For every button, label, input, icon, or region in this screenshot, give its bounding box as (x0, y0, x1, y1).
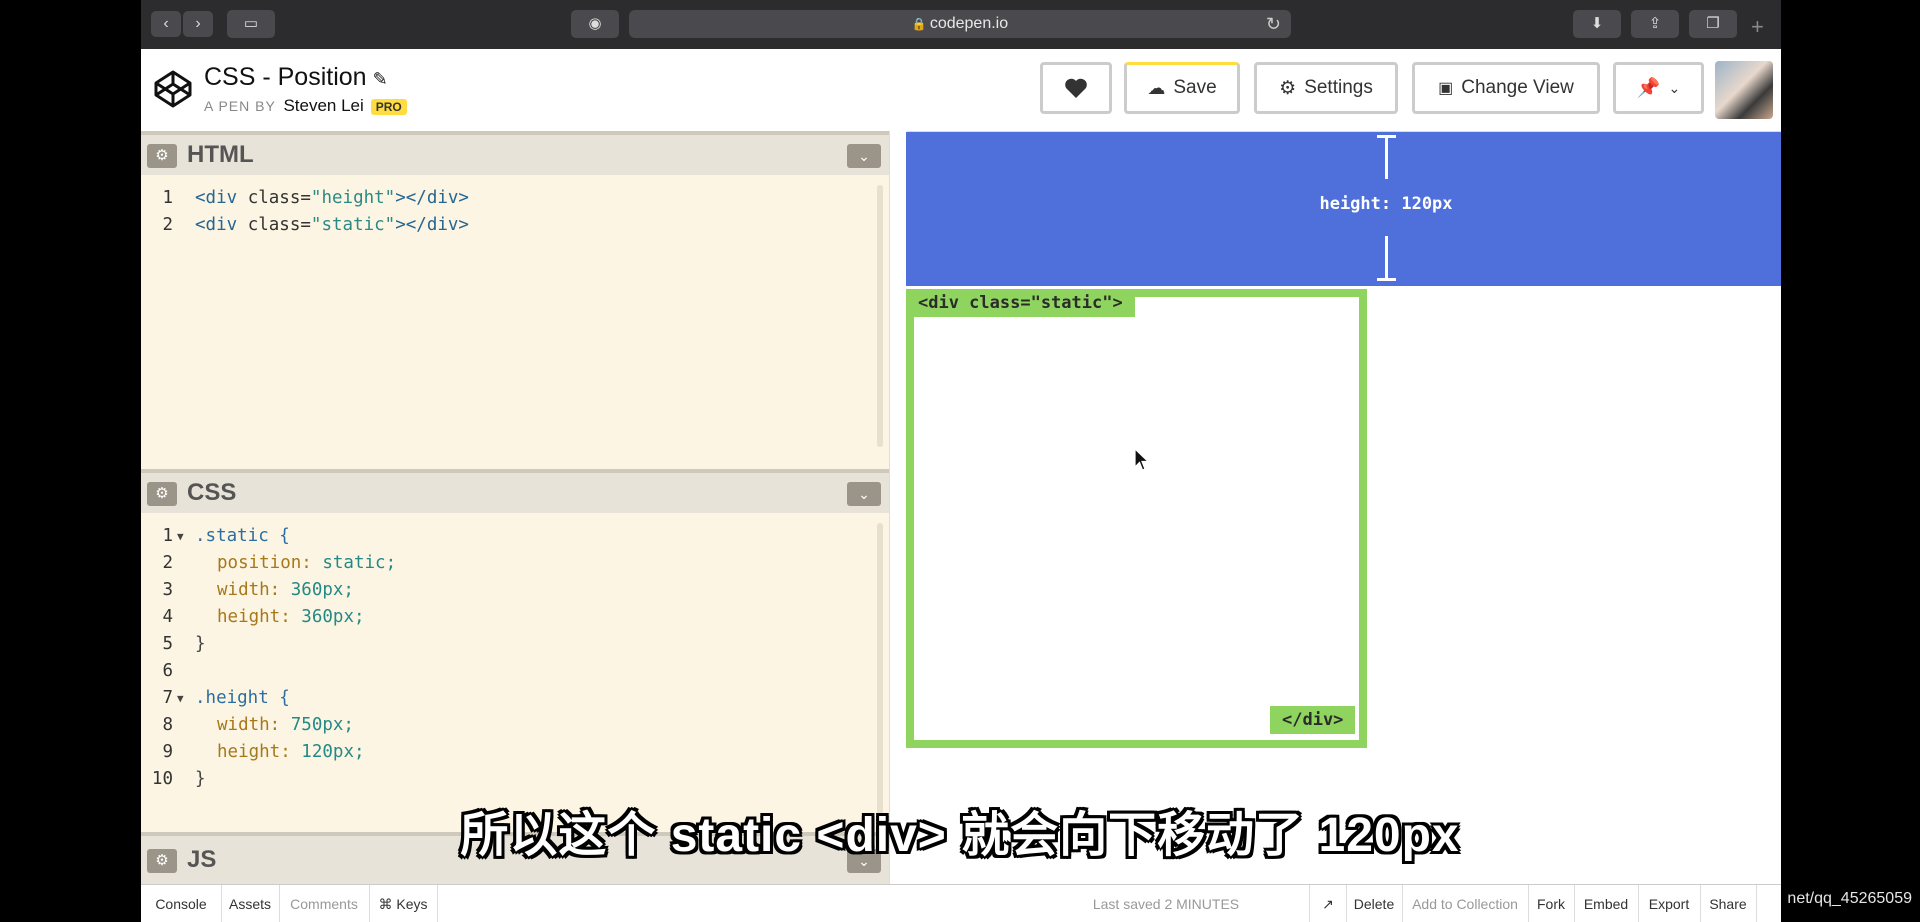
save-label: Save (1173, 77, 1217, 98)
code-line: 3 width: 360px; (162, 580, 354, 600)
like-button[interactable] (1040, 62, 1112, 114)
watermark: net/qq_45265059 (1787, 890, 1912, 907)
change-view-button[interactable]: ▣ Change View (1412, 62, 1600, 114)
author-link[interactable]: Steven Lei (283, 96, 363, 115)
add-to-collection-button[interactable]: Add to Collection (1402, 885, 1529, 922)
share-button[interactable]: Share (1700, 885, 1757, 922)
sidebar-icon[interactable]: ▭ (227, 10, 275, 38)
css-settings-gear-icon[interactable]: ⚙ (147, 482, 177, 506)
pencil-icon[interactable]: ✎ (373, 69, 388, 89)
pin-button[interactable]: 📌 ⌄ (1613, 62, 1704, 114)
dimension-arrow-bottom (1385, 236, 1388, 280)
code-line: 2 position: static; (162, 553, 397, 573)
preview-pane: height: 120px <div class="static"> </div… (906, 132, 1781, 884)
code-line: 5} (162, 634, 206, 654)
new-tab-icon[interactable]: + (1751, 14, 1764, 40)
dimension-arrow-bottom-cap (1377, 278, 1396, 281)
dimension-arrow-top (1385, 135, 1388, 179)
fork-button[interactable]: Fork (1528, 885, 1575, 922)
video-subtitle: 所以这个 static <div> 就会向下移动了 120px (460, 809, 1460, 862)
html-scrollbar[interactable] (877, 185, 883, 447)
save-button[interactable]: ☁ Save (1124, 62, 1240, 114)
css-code-editor[interactable]: 1 ▼ .static { 2 position: static; 3 width: 360… (141, 523, 881, 793)
code-line: 1 <div class="height"></div> (162, 188, 469, 208)
css-scrollbar[interactable] (877, 523, 883, 835)
browser-toolbar: ‹ › ▭ ◉ 🔒 codepen.io ↻ ⬇ ⇪ ❐ + (141, 0, 1781, 49)
code-line: 7 ▼ .height { (141, 685, 881, 712)
delete-button[interactable]: Delete (1346, 885, 1403, 922)
byline-prefix: A PEN BY (204, 98, 276, 114)
pin-icon: 📌 (1636, 78, 1661, 99)
change-view-label: Change View (1461, 77, 1574, 98)
gear-icon: ⚙ (1279, 77, 1297, 99)
css-panel-header: ⚙ CSS ⌄ (141, 469, 889, 513)
html-chevron-down-icon[interactable]: ⌄ (847, 144, 881, 168)
url-text: codepen.io (929, 15, 1009, 32)
code-line: 9 height: 120px; (162, 742, 365, 762)
css-chevron-down-icon[interactable]: ⌄ (847, 482, 881, 506)
editor-pane: ⚙ HTML ⌄ 1 <div class="height"></div> 2 <d… (141, 131, 889, 884)
avatar[interactable] (1715, 61, 1773, 119)
keys-button[interactable]: ⌘ Keys (369, 885, 438, 922)
codepen-logo-icon[interactable] (153, 69, 193, 109)
chevron-down-icon: ⌄ (1668, 79, 1681, 96)
open-tag-label: <div class="static"> (906, 289, 1135, 317)
export-button[interactable]: Export (1638, 885, 1701, 922)
pen-title-text: CSS - Position (204, 63, 367, 91)
fold-arrow-icon[interactable]: ▼ (177, 685, 184, 712)
code-line: 4 height: 360px; (162, 607, 365, 627)
mouse-cursor-icon (1134, 448, 1150, 471)
html-panel-header: ⚙ HTML ⌄ (141, 131, 889, 175)
external-link-icon[interactable]: ↗ (1309, 885, 1347, 922)
html-panel-title: HTML (187, 141, 254, 168)
comments-button[interactable]: Comments (279, 885, 370, 922)
code-line: 2 <div class="static"></div> (162, 215, 469, 235)
settings-button[interactable]: ⚙ Settings (1254, 62, 1398, 114)
app-window: ‹ › ▭ ◉ 🔒 codepen.io ↻ ⬇ ⇪ ❐ + CSS - Posi… (141, 0, 1781, 922)
code-line: 10} (151, 769, 206, 789)
pen-byline: A PEN BY Steven Lei PRO (204, 96, 407, 116)
back-icon[interactable]: ‹ (151, 11, 181, 37)
console-button[interactable]: Console (141, 885, 222, 922)
code-line: 1 ▼ .static { (141, 523, 881, 550)
tabs-icon[interactable]: ❐ (1689, 10, 1737, 38)
privacy-icon[interactable]: ◉ (571, 10, 619, 38)
last-saved-status: Last saved 2 MINUTES ago (1092, 896, 1240, 912)
share-icon[interactable]: ⇪ (1631, 10, 1679, 38)
code-line: 6 (162, 661, 173, 681)
pen-header: CSS - Position ✎ A PEN BY Steven Lei PRO … (141, 49, 1781, 132)
view-icon: ▣ (1438, 80, 1454, 97)
reload-icon[interactable]: ↻ (1266, 10, 1281, 38)
html-settings-gear-icon[interactable]: ⚙ (147, 144, 177, 168)
assets-button[interactable]: Assets (221, 885, 280, 922)
heart-icon (1065, 78, 1087, 98)
height-label: height: 120px (1319, 194, 1453, 214)
footer-bar: Console Assets Comments ⌘ Keys Last save… (141, 884, 1781, 922)
static-div (906, 289, 1367, 748)
address-bar[interactable]: 🔒 codepen.io ↻ (629, 10, 1291, 38)
settings-label: Settings (1304, 77, 1373, 98)
download-icon[interactable]: ⬇ (1573, 10, 1621, 38)
pro-badge: PRO (370, 99, 407, 115)
pen-title[interactable]: CSS - Position ✎ (204, 63, 388, 92)
forward-icon[interactable]: › (183, 11, 213, 37)
css-panel-title: CSS (187, 479, 237, 506)
close-tag-label: </div> (1270, 706, 1356, 734)
code-line: 8 width: 750px; (162, 715, 354, 735)
fold-arrow-icon[interactable]: ▼ (177, 523, 184, 550)
pane-resizer[interactable] (889, 131, 907, 884)
html-code-editor[interactable]: 1 <div class="height"></div> 2 <div class=… (141, 185, 881, 239)
lock-icon: 🔒 (911, 17, 927, 31)
embed-button[interactable]: Embed (1574, 885, 1639, 922)
cloud-icon: ☁ (1147, 77, 1166, 98)
